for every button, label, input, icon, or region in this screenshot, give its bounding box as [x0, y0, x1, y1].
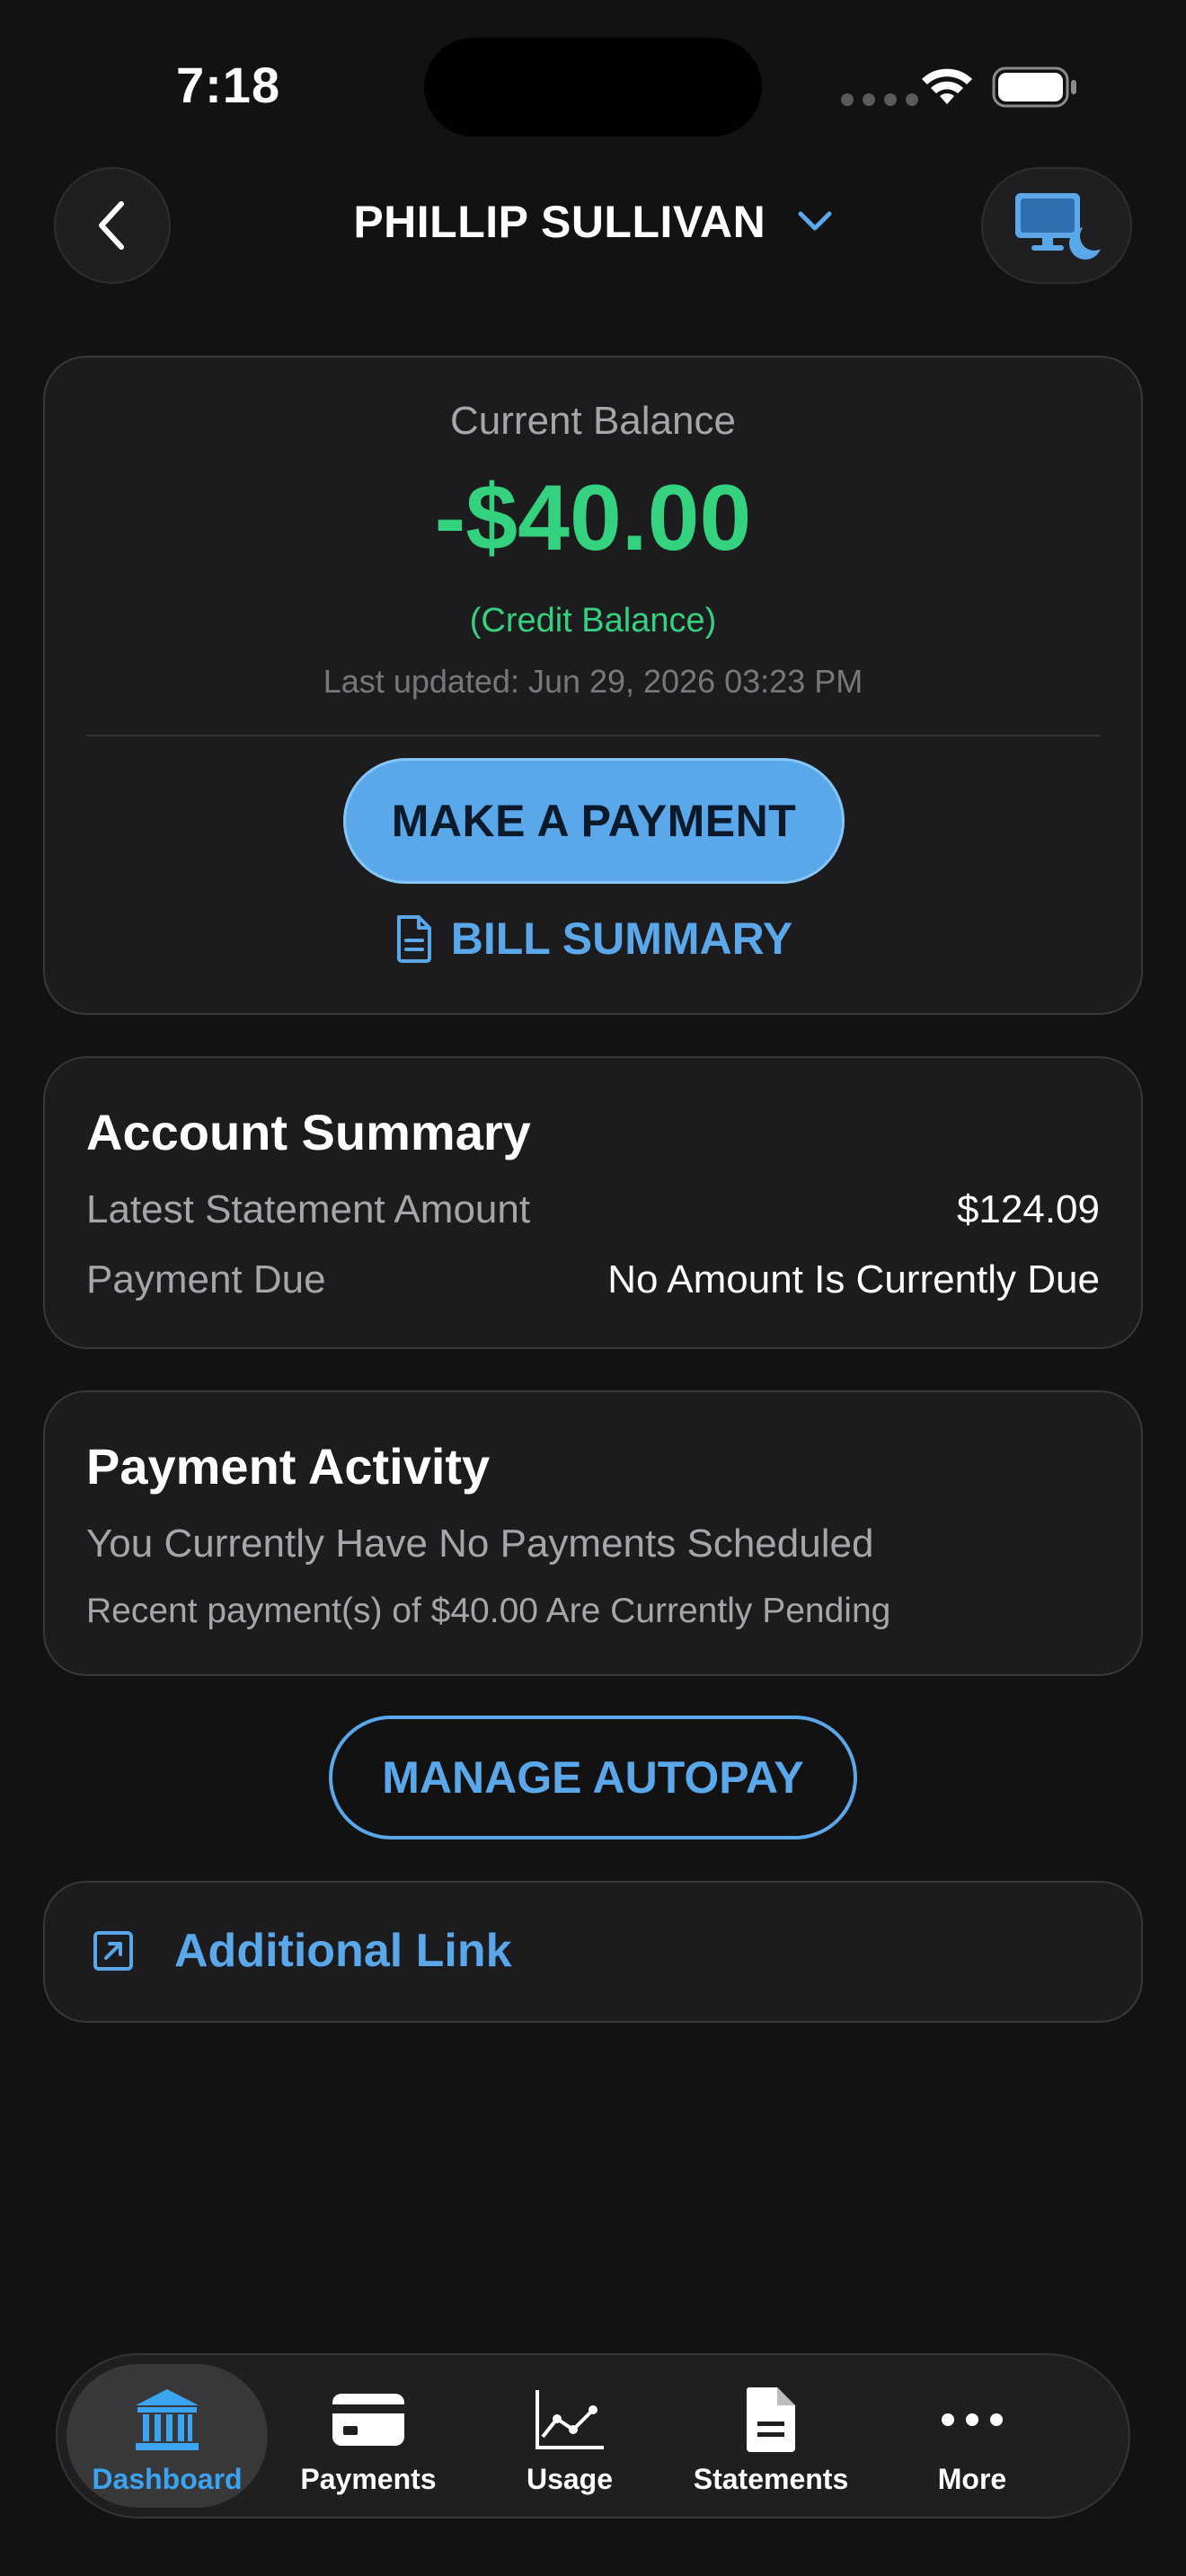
monitor-moon-icon: [1015, 193, 1103, 260]
document-icon: [396, 915, 431, 963]
credit-card-icon: [332, 2394, 404, 2446]
account-summary-card: Account Summary Latest Statement Amount …: [43, 1056, 1143, 1349]
dynamic-island: [424, 38, 762, 137]
document-icon: [746, 2387, 795, 2452]
tab-statements[interactable]: Statements: [670, 2364, 872, 2508]
balance-amount: -$40.00: [434, 466, 752, 570]
payment-due-value: No Amount Is Currently Due: [607, 1257, 1100, 1301]
pending-payments-text: Recent payment(s) of $40.00 Are Currentl…: [86, 1592, 891, 1630]
latest-statement-value: $124.09: [956, 1187, 1100, 1231]
scheduled-payments-text: You Currently Have No Payments Scheduled: [86, 1522, 874, 1566]
balance-card: Current Balance -$40.00 (Credit Balance)…: [43, 356, 1143, 1015]
payment-due-label: Payment Due: [86, 1257, 326, 1301]
make-payment-button[interactable]: MAKE A PAYMENT: [343, 758, 845, 884]
tab-label: Dashboard: [92, 2463, 243, 2495]
tab-label: Payments: [300, 2463, 437, 2495]
divider: [86, 735, 1100, 737]
additional-link[interactable]: Additional Link: [43, 1881, 1143, 2023]
payment-activity-card: Payment Activity You Currently Have No P…: [43, 1390, 1143, 1676]
tab-bar: Dashboard Payments Usage Statements More: [56, 2353, 1130, 2519]
tab-dashboard[interactable]: Dashboard: [66, 2364, 268, 2508]
theme-toggle-button[interactable]: [981, 167, 1132, 284]
bill-summary-label: BILL SUMMARY: [450, 913, 793, 964]
last-updated-label: Last updated: Jun 29, 2026 03:23 PM: [323, 663, 863, 700]
tab-label: Usage: [526, 2463, 614, 2495]
additional-link-label: Additional Link: [174, 1925, 512, 1977]
account-name: PHILLIP SULLIVAN: [353, 197, 766, 247]
bill-summary-link[interactable]: BILL SUMMARY: [45, 913, 1141, 965]
tab-label: More: [937, 2463, 1007, 2495]
tab-label: Statements: [693, 2463, 849, 2495]
credit-balance-label: (Credit Balance): [469, 602, 717, 640]
tab-payments[interactable]: Payments: [268, 2364, 469, 2508]
tab-more[interactable]: More: [872, 2364, 1073, 2508]
status-bar: 7:18: [0, 0, 1186, 171]
tab-usage[interactable]: Usage: [469, 2364, 670, 2508]
external-link-icon: [93, 1931, 133, 1971]
more-dots-icon: [942, 2413, 1003, 2426]
latest-statement-label: Latest Statement Amount: [86, 1187, 531, 1231]
chevron-down-icon: [798, 211, 832, 231]
manage-autopay-button[interactable]: MANAGE AUTOPAY: [329, 1716, 857, 1839]
bank-icon: [136, 2389, 199, 2450]
battery-icon: [992, 66, 1076, 108]
wifi-icon: [922, 68, 972, 104]
balance-label: Current Balance: [450, 399, 736, 443]
line-chart-icon: [535, 2390, 604, 2449]
cellular-signal-icon: [841, 93, 918, 106]
account-summary-title: Account Summary: [86, 1104, 531, 1160]
payment-activity-title: Payment Activity: [86, 1438, 491, 1495]
status-time: 7:18: [176, 57, 281, 113]
